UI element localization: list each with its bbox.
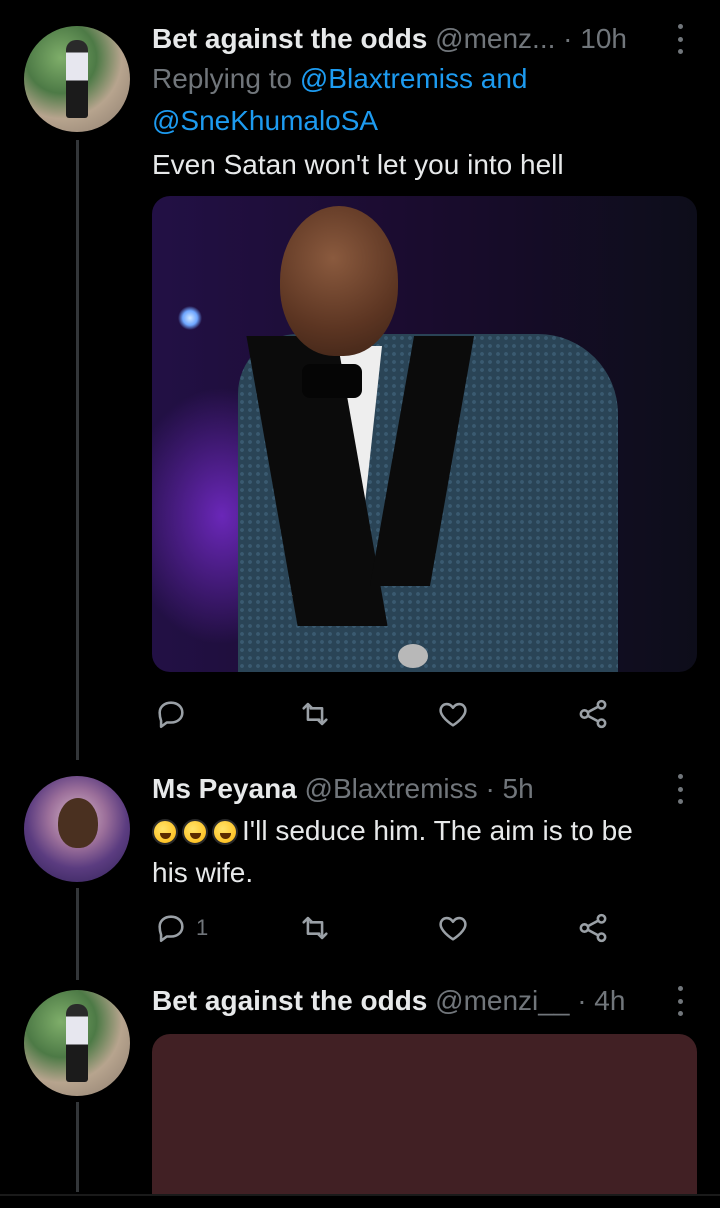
reply-count: 1 (196, 915, 209, 940)
tweet-actions (152, 694, 622, 734)
timestamp[interactable]: · 10h (563, 23, 627, 54)
tweet-header: Bet against the odds @menz... · 10h (152, 22, 627, 56)
share-icon (579, 913, 607, 943)
like-button[interactable] (436, 694, 470, 734)
tweet-text-line: I'll seduce him. The aim is to be (242, 815, 633, 846)
timestamp[interactable]: · 5h (485, 773, 533, 804)
thread-line (76, 140, 79, 760)
reply-button[interactable] (154, 694, 188, 734)
share-button[interactable] (576, 694, 610, 734)
author-handle[interactable]: @Blaxtremiss (305, 773, 478, 804)
retweet-icon (302, 702, 328, 726)
more-icon[interactable] (676, 774, 684, 804)
like-icon (439, 702, 467, 727)
tweet-image[interactable] (152, 196, 697, 672)
author-name[interactable]: Bet against the odds (152, 985, 427, 1016)
tweet-2[interactable]: Ms Peyana @Blaxtremiss · 5h I'll seduce … (0, 760, 720, 980)
tweet-text: I'll seduce him. The aim is to be his wi… (152, 810, 633, 894)
more-icon[interactable] (676, 986, 684, 1016)
image-subject-head (280, 206, 398, 356)
like-icon (439, 916, 467, 941)
image-subject-mic (398, 644, 428, 668)
author-handle[interactable]: @menzi__ (435, 985, 569, 1016)
author-name[interactable]: Ms Peyana (152, 773, 297, 804)
retweet-button[interactable] (298, 694, 332, 734)
thread-line (76, 888, 79, 980)
avatar[interactable] (24, 776, 130, 882)
tweet-image[interactable] (152, 1034, 697, 1208)
author-name[interactable]: Bet against the odds (152, 23, 427, 54)
image-subject-bowtie (302, 364, 362, 398)
mention-link[interactable]: @Blaxtremiss (300, 63, 473, 94)
tweet-text: Even Satan won't let you into hell (152, 149, 564, 180)
more-icon[interactable] (676, 24, 684, 54)
replying-to-label: Replying to (152, 63, 300, 94)
tweet-actions: 1 (152, 908, 622, 948)
avatar-face (58, 798, 98, 848)
thread-line (76, 1102, 79, 1192)
avatar-figure (66, 40, 88, 118)
reply-button[interactable]: 1 (154, 908, 208, 948)
avatar[interactable] (24, 26, 130, 132)
tweet-1[interactable]: Bet against the odds @menz... · 10h Repl… (0, 0, 720, 760)
replying-to: Replying to @Blaxtremiss and @SneKhumalo… (152, 58, 528, 142)
bottom-edge (0, 1194, 720, 1208)
avatar[interactable] (24, 990, 130, 1096)
rofl-emoji (152, 819, 178, 845)
share-icon (579, 699, 607, 729)
rofl-emoji (182, 819, 208, 845)
retweet-icon (302, 916, 328, 940)
timestamp[interactable]: · 4h (577, 985, 625, 1016)
tweet-text-line: his wife. (152, 857, 254, 888)
like-button[interactable] (436, 908, 470, 948)
author-handle[interactable]: @menz... (435, 23, 555, 54)
reply-icon (158, 915, 184, 943)
tweet-header: Ms Peyana @Blaxtremiss · 5h (152, 772, 534, 806)
avatar-figure (66, 1004, 88, 1082)
share-button[interactable] (576, 908, 610, 948)
mention-link[interactable]: @SneKhumaloSA (152, 105, 378, 136)
rofl-emoji (212, 819, 238, 845)
reply-icon (158, 701, 184, 729)
retweet-button[interactable] (298, 908, 332, 948)
tweet-header: Bet against the odds @menzi__ · 4h (152, 984, 625, 1018)
mention-and: and (473, 63, 528, 94)
